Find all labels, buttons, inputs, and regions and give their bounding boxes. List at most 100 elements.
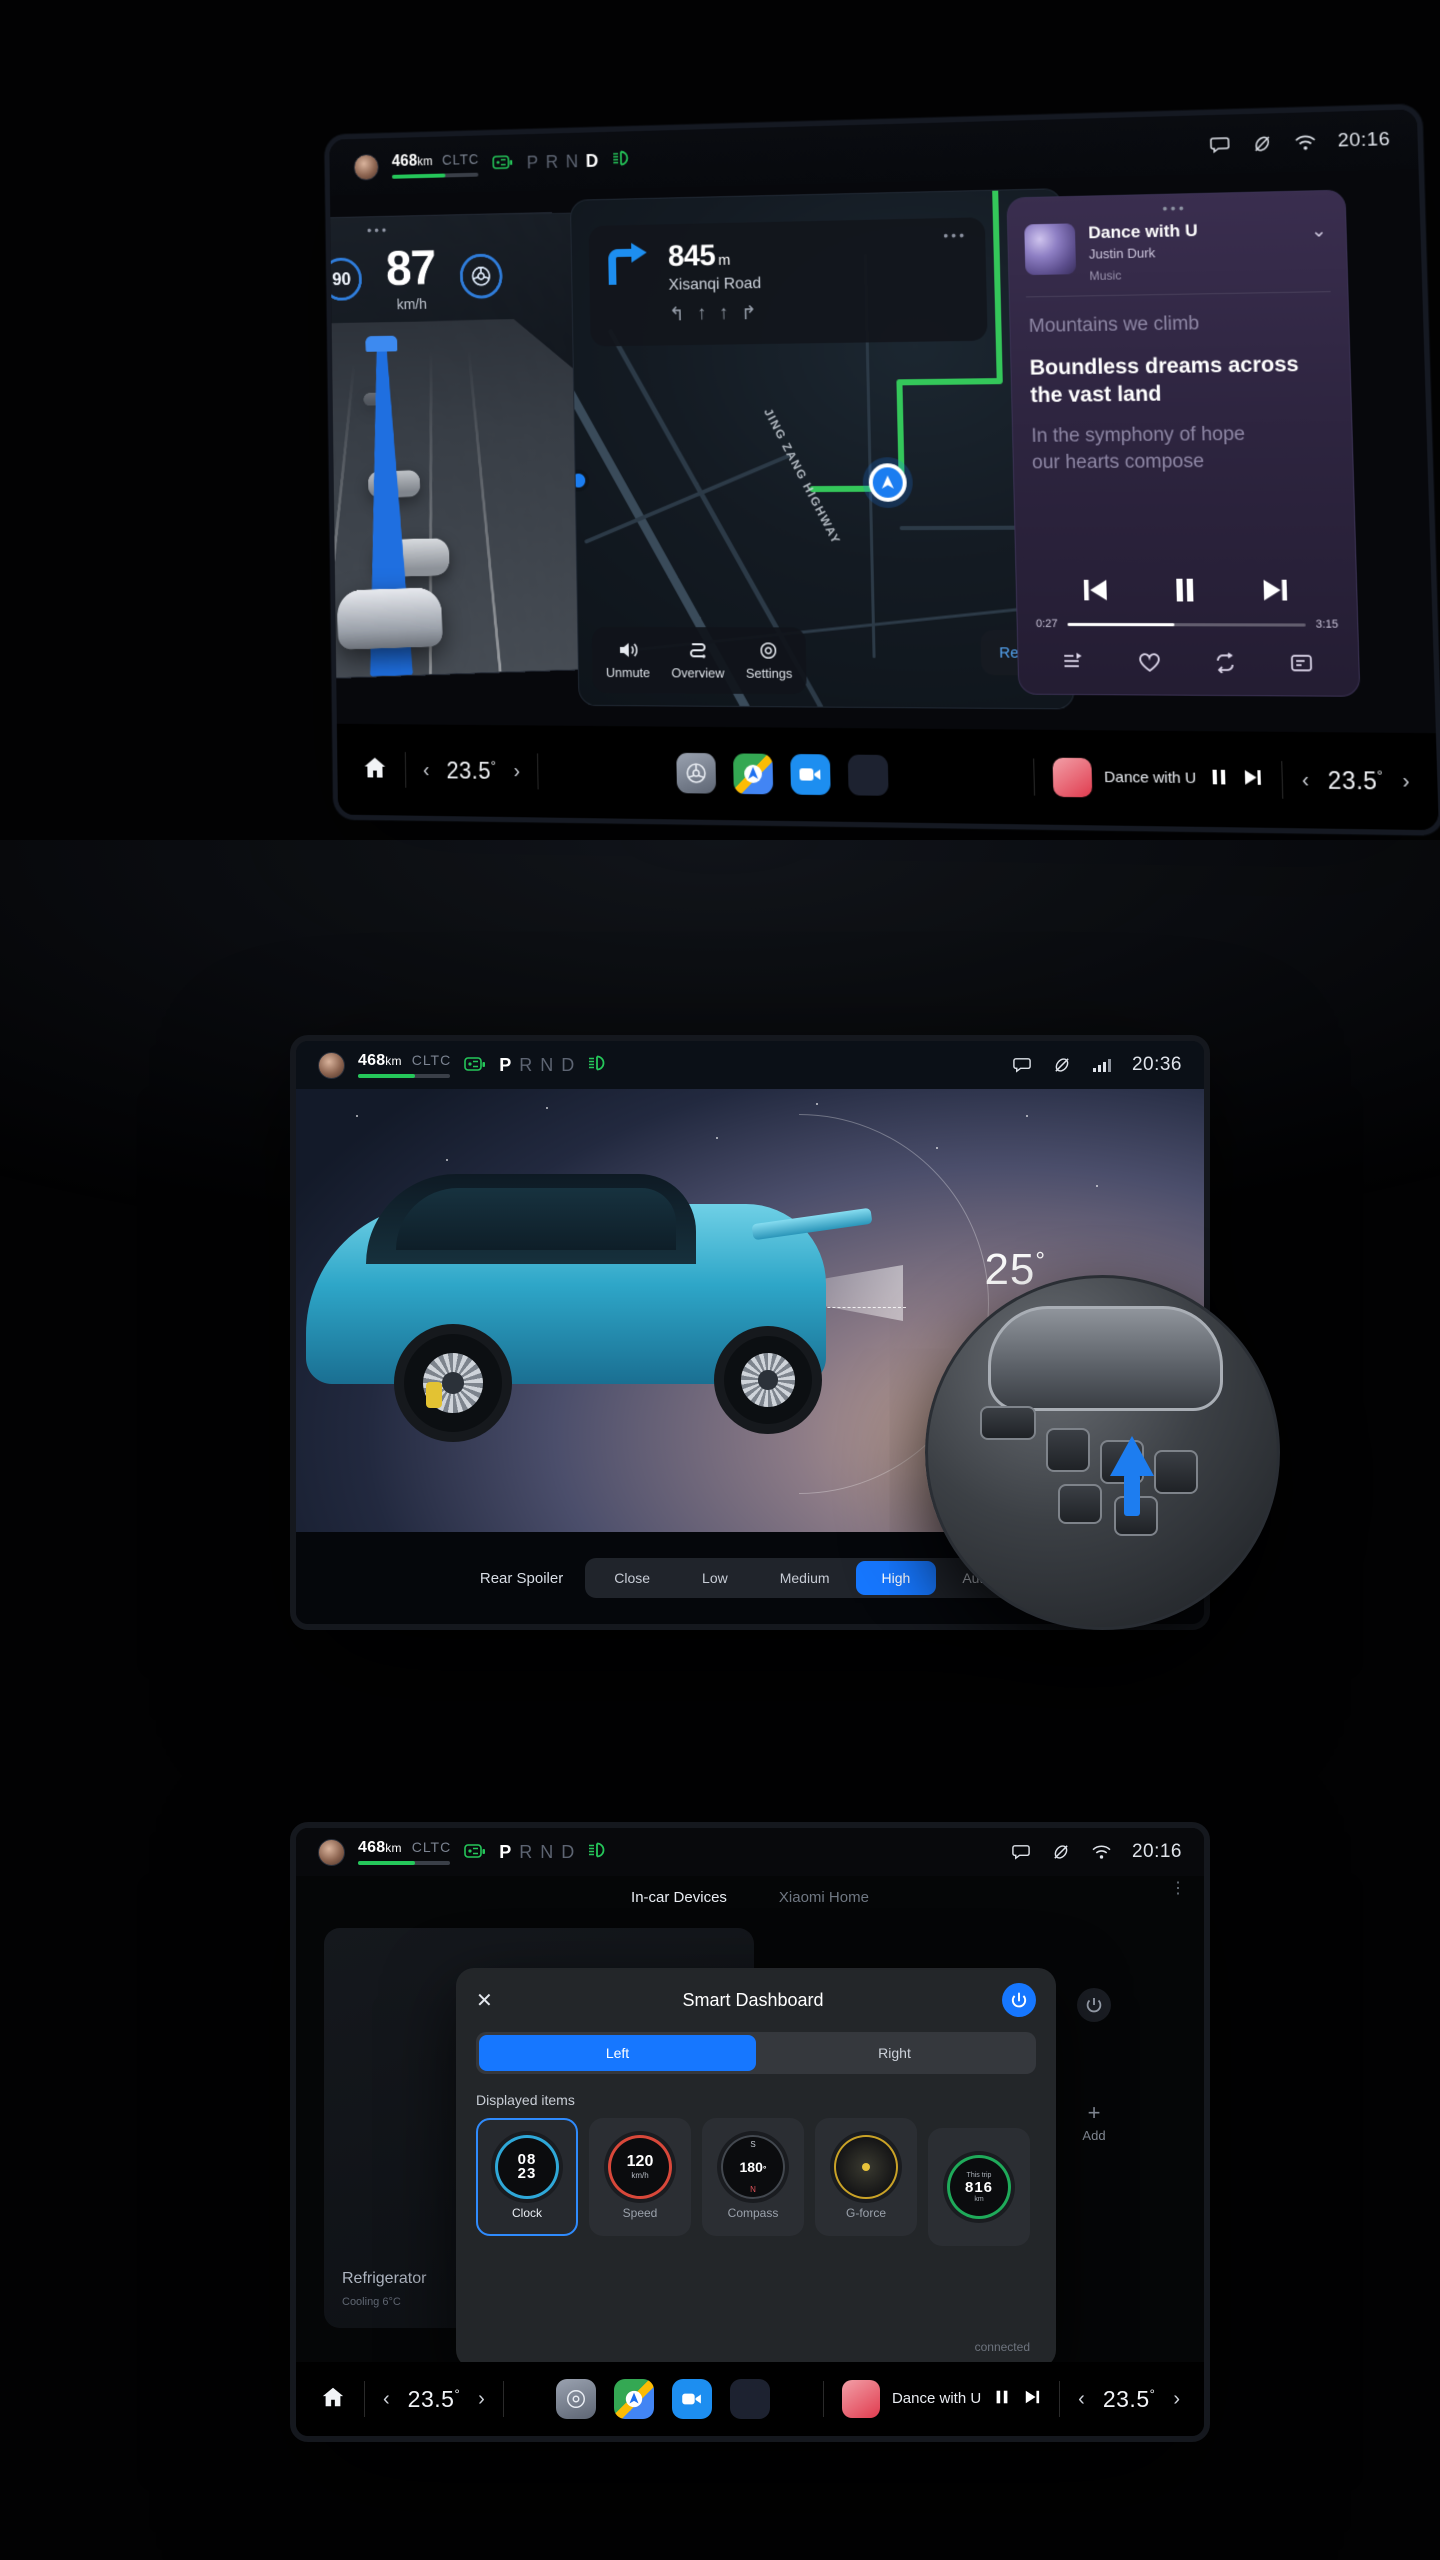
temp-increase-right-button[interactable]: ›: [1402, 769, 1410, 793]
range-standard: CLTC: [411, 1839, 452, 1855]
mini-pause-icon[interactable]: [993, 2388, 1011, 2411]
home-icon[interactable]: [320, 2385, 346, 2414]
message-icon[interactable]: [1209, 133, 1231, 155]
now-playing-mini[interactable]: Dance with U: [1052, 757, 1264, 800]
spoiler-option-close[interactable]: Close: [588, 1561, 676, 1595]
mini-next-icon[interactable]: [1023, 2389, 1041, 2410]
tab-in-car-devices[interactable]: In-car Devices: [631, 1889, 727, 1906]
speed-unit: km/h: [396, 295, 428, 314]
app-drawer-icon[interactable]: [848, 754, 889, 796]
mini-album-art: [1052, 757, 1093, 798]
car-settings-icon[interactable]: [676, 752, 717, 794]
avatar[interactable]: [318, 1051, 345, 1079]
power-icon[interactable]: [1002, 1983, 1036, 2017]
progress-bar[interactable]: [1067, 622, 1306, 627]
steering-wheel-assist-icon[interactable]: [459, 253, 503, 299]
spoiler-switch-arrow-icon: [1110, 1436, 1154, 1476]
do-not-disturb-icon[interactable]: [1251, 132, 1273, 154]
lyrics-icon[interactable]: [1289, 653, 1313, 679]
spoiler-option-high[interactable]: High: [855, 1561, 937, 1595]
temp-decrease-right-button[interactable]: ‹: [1078, 2388, 1085, 2411]
lyrics-panel[interactable]: Mountains we climb Boundless dreams acro…: [1010, 292, 1353, 476]
temp-increase-left-button[interactable]: ›: [513, 760, 520, 783]
home-icon[interactable]: [362, 754, 389, 785]
mini-pause-icon[interactable]: [1208, 766, 1230, 792]
chevron-down-icon[interactable]: ⌄: [1311, 218, 1327, 242]
temp-increase-left-button[interactable]: ›: [478, 2388, 485, 2411]
music-player-card[interactable]: ••• Dance with U Justin Durk Music ⌄ Mou…: [1006, 189, 1361, 697]
camera-icon[interactable]: [672, 2379, 713, 2419]
overview-button[interactable]: Overview: [671, 640, 724, 681]
side-option-left[interactable]: Left: [479, 2035, 756, 2071]
gear-p: P: [526, 151, 540, 172]
playlist-icon[interactable]: [1063, 652, 1086, 678]
repeat-icon[interactable]: [1213, 652, 1237, 678]
app-drawer-icon[interactable]: [730, 2379, 771, 2419]
power-toggle-icon[interactable]: [1077, 1988, 1111, 2022]
avatar[interactable]: [318, 1838, 345, 1866]
spoiler-option-low[interactable]: Low: [676, 1561, 754, 1595]
widget-speed[interactable]: 120 km/h Speed: [589, 2118, 691, 2236]
widget-clock[interactable]: 08 23 Clock: [476, 2118, 578, 2236]
previous-track-icon[interactable]: [1080, 577, 1111, 604]
do-not-disturb-icon[interactable]: [1051, 1842, 1071, 1862]
smart-dashboard-dialog: ✕ Smart Dashboard Left Right Displayed i…: [456, 1968, 1056, 2368]
range-standard: CLTC: [411, 1052, 452, 1068]
compass-north: N: [750, 2184, 756, 2194]
driver-temperature-control[interactable]: ‹ 23.5° ›: [383, 2386, 485, 2413]
knob-button-4[interactable]: [1154, 1450, 1198, 1494]
speed-gauge-unit: km/h: [631, 2171, 649, 2180]
next-track-icon[interactable]: [1259, 577, 1291, 604]
temp-decrease-left-button[interactable]: ‹: [423, 759, 430, 782]
more-options-icon[interactable]: ⋮: [1170, 1881, 1186, 1897]
mini-next-icon[interactable]: [1242, 767, 1264, 791]
driver-temperature-control[interactable]: ‹ 23.5° ›: [423, 757, 520, 785]
message-icon[interactable]: [1012, 1055, 1032, 1075]
avatar[interactable]: [353, 153, 380, 181]
side-option-right[interactable]: Right: [756, 2035, 1033, 2071]
acc-set-speed: 90: [324, 257, 363, 302]
add-device-button[interactable]: + Add: [1082, 2102, 1105, 2144]
navigation-map-card[interactable]: JING ZANG HIGHWAY 845 m Xisanqi Road ↰ ↑ …: [569, 188, 1075, 710]
wifi-icon[interactable]: [1294, 133, 1317, 151]
passenger-temperature-control[interactable]: ‹ 23.5° ›: [1301, 766, 1410, 796]
pause-icon[interactable]: [1169, 575, 1201, 606]
cellular-signal-icon[interactable]: [1092, 1057, 1112, 1073]
passenger-temperature-control[interactable]: ‹ 23.5° ›: [1078, 2386, 1180, 2413]
car-settings-icon[interactable]: [556, 2379, 597, 2419]
music-card-drag-handle[interactable]: •••: [1162, 199, 1187, 216]
maps-icon[interactable]: [733, 753, 774, 795]
cluster-drag-handle[interactable]: •••: [367, 222, 389, 238]
message-icon[interactable]: [1011, 1842, 1031, 1862]
do-not-disturb-icon[interactable]: [1052, 1055, 1072, 1075]
widget-compass[interactable]: S 180° N Compass: [702, 2118, 804, 2236]
tab-xiaomi-home[interactable]: Xiaomi Home: [779, 1889, 869, 1906]
maps-icon[interactable]: [614, 2379, 655, 2419]
widget-trip[interactable]: This trip 816 km: [928, 2128, 1030, 2246]
now-playing-mini[interactable]: Dance with U: [841, 2380, 1041, 2418]
unmute-button[interactable]: Unmute: [605, 640, 650, 680]
knob-button-5[interactable]: [1058, 1484, 1102, 1524]
favourite-heart-icon[interactable]: [1137, 652, 1160, 678]
turn-instruction-card: 845 m Xisanqi Road ↰ ↑ ↑ ↱ •••: [588, 217, 988, 347]
lyric-next-1: In the symphony of hope: [1031, 423, 1246, 448]
playback-progress[interactable]: 0:27 3:15: [1036, 618, 1339, 631]
clock-gauge-icon: 08 23: [495, 2134, 559, 2199]
rear-spoiler-segmented-control: Close Low Medium High Auto: [585, 1558, 1021, 1598]
widget-gforce[interactable]: G-force: [815, 2118, 917, 2236]
wifi-icon[interactable]: [1091, 1844, 1112, 1860]
dock-app-icons: [556, 2379, 771, 2419]
knob-button-2[interactable]: [1046, 1428, 1090, 1472]
temp-increase-right-button[interactable]: ›: [1173, 2388, 1180, 2411]
spoiler-option-medium[interactable]: Medium: [754, 1561, 856, 1595]
knob-button-1[interactable]: [980, 1406, 1036, 1440]
clock: 20:36: [1131, 1054, 1182, 1075]
settings-button[interactable]: Settings: [745, 640, 792, 681]
temp-decrease-left-button[interactable]: ‹: [383, 2388, 390, 2411]
gear-d: D: [561, 1841, 576, 1862]
close-icon[interactable]: ✕: [476, 1988, 504, 2013]
temp-decrease-right-button[interactable]: ‹: [1302, 768, 1310, 792]
gear-n: N: [540, 1054, 555, 1075]
map-card-drag-handle[interactable]: •••: [943, 227, 967, 244]
camera-icon[interactable]: [790, 753, 832, 796]
